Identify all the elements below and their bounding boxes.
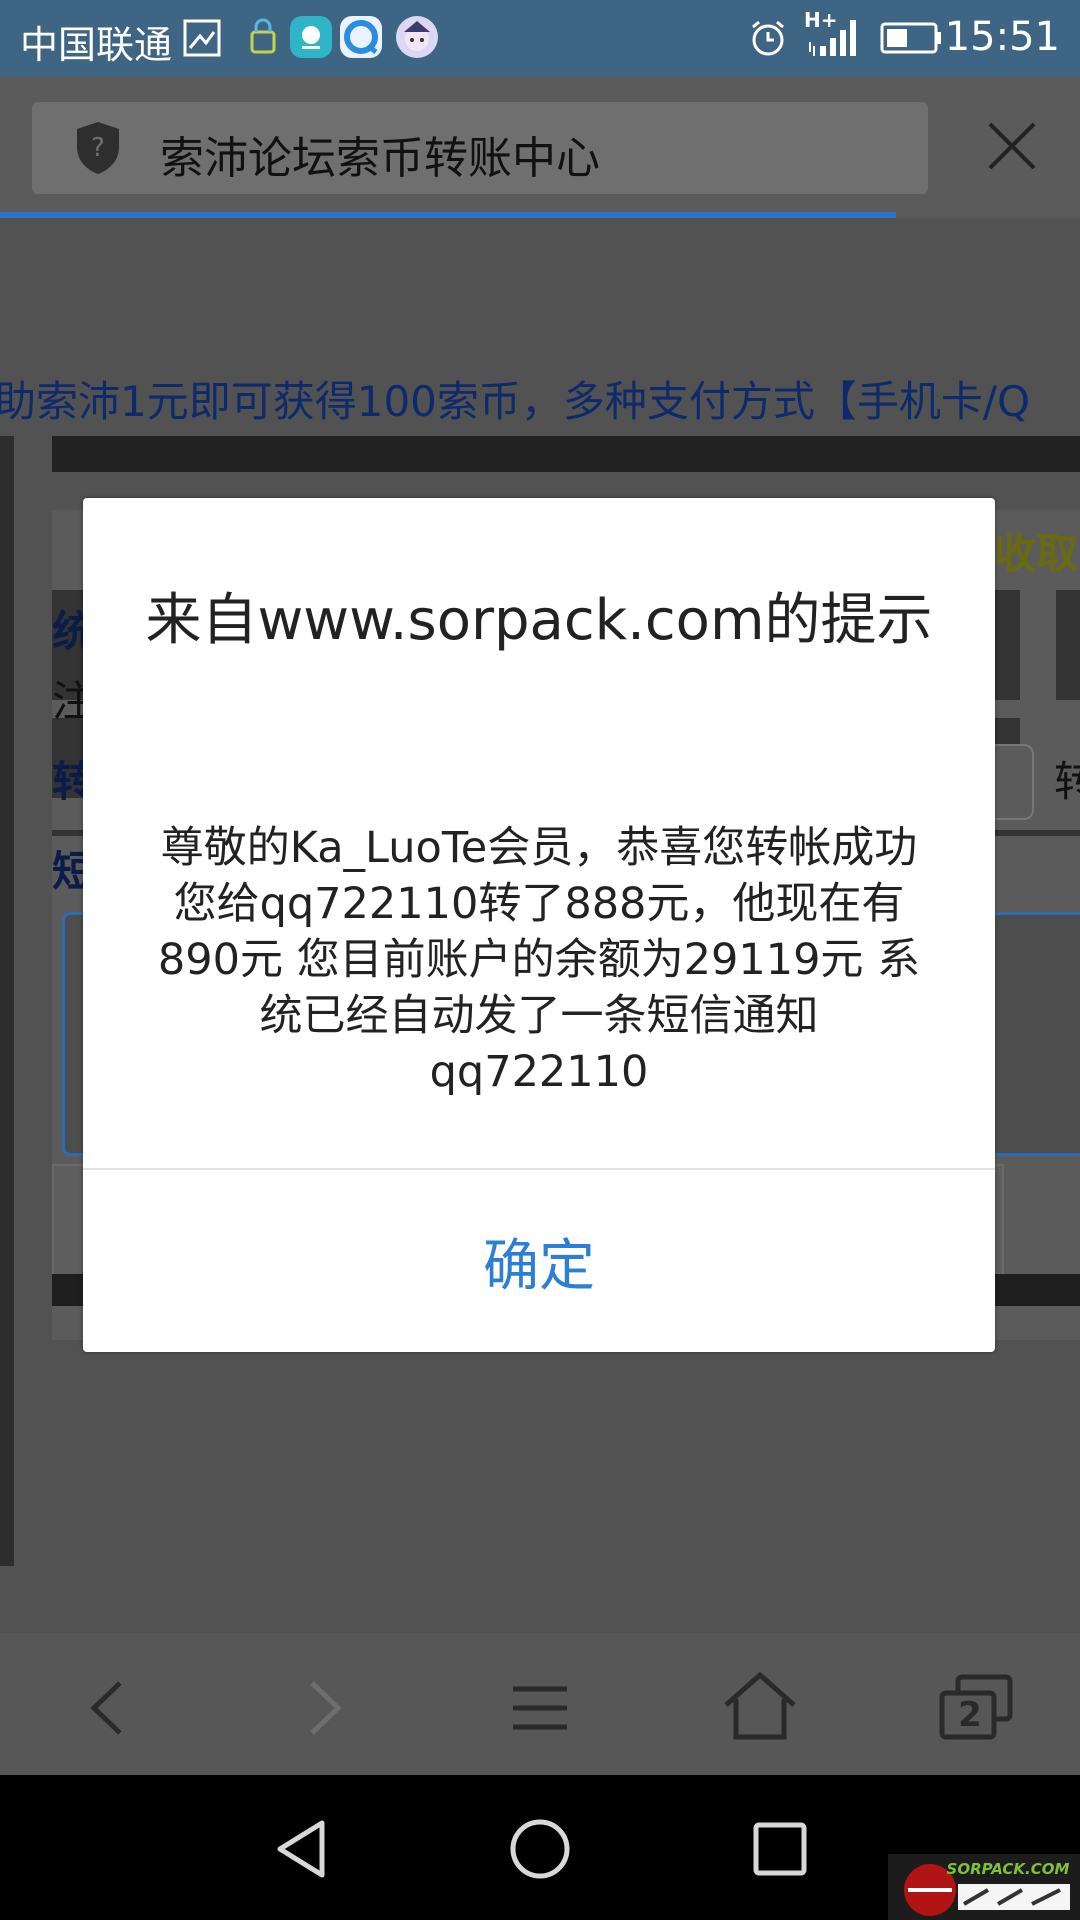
sorpack-logo-watermark: SORPACK.COM: [888, 1854, 1080, 1920]
carrier-name: 中国联通: [20, 23, 173, 67]
page-left-border: [0, 436, 14, 1566]
anime-avatar-app-icon: [396, 16, 438, 58]
page-dark-band: [52, 436, 1080, 472]
svg-text:?: ?: [91, 133, 105, 163]
forward-icon[interactable]: [288, 1673, 358, 1743]
browser-bottom-toolbar: 2: [0, 1633, 1080, 1775]
address-bar[interactable]: ? 索沛论坛索币转账中心: [32, 102, 928, 194]
alert-dialog: 来自www.sorpack.com的提示 尊敬的Ka_LuoTe会员，恭喜您转帐…: [83, 498, 995, 1352]
dialog-message: 尊敬的Ka_LuoTe会员，恭喜您转帐成功 您给qq722110转了888元，他…: [157, 823, 921, 1097]
battery-icon: [880, 22, 941, 54]
tabs-button[interactable]: 2: [936, 1673, 1016, 1743]
nav-recents-icon[interactable]: [748, 1817, 812, 1881]
signal-strength-icon: [809, 20, 856, 56]
dialog-title: 来自www.sorpack.com的提示: [145, 588, 933, 653]
clock: 15:51: [944, 14, 1060, 60]
security-shield-icon[interactable]: ?: [74, 120, 122, 176]
browser-top-bar: ? 索沛论坛索币转账中心: [0, 76, 1080, 218]
nav-home-icon[interactable]: [508, 1817, 572, 1881]
svg-text:SORPACK.COM: SORPACK.COM: [947, 1860, 1070, 1878]
browser-app-icon: [340, 16, 382, 58]
page-title: 索沛论坛索币转账中心: [160, 133, 600, 184]
status-bar: 中国联通 H+ 15:51: [0, 0, 1080, 76]
promo-marquee[interactable]: 助索沛1元即可获得100索币，多种支付方式【手机卡/Q: [0, 368, 1030, 429]
receive-label: 收取: [994, 529, 1079, 578]
huawei-app-icon: [290, 16, 332, 58]
gallery-notification-icon: [183, 19, 221, 57]
home-icon[interactable]: [720, 1669, 800, 1743]
alarm-icon: [752, 20, 784, 56]
lock-chat-app-icon: [242, 16, 284, 58]
nav-back-icon[interactable]: [270, 1817, 334, 1881]
tab-count: 2: [958, 1695, 982, 1735]
ok-button[interactable]: 确定: [83, 1170, 995, 1352]
back-icon[interactable]: [74, 1673, 144, 1743]
form-label-fragment: 转: [1054, 757, 1080, 806]
menu-icon[interactable]: [505, 1673, 575, 1743]
form-row-1-right: [1056, 590, 1080, 700]
close-icon[interactable]: [982, 116, 1042, 176]
